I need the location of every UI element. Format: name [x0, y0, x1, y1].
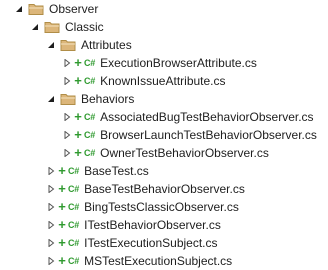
expanded-arrow-icon[interactable] — [14, 0, 24, 18]
collapsed-arrow-icon[interactable] — [46, 162, 56, 180]
expanded-arrow-icon[interactable] — [46, 36, 56, 54]
added-plus-icon: + — [74, 55, 82, 70]
tree-node-label: Observer — [49, 2, 99, 16]
tree-node-observer[interactable]: Observer — [0, 0, 328, 18]
file-name: BrowserLaunchTestBehaviorObserver.cs — [100, 128, 317, 142]
solution-explorer-tree: Observer Classic Attributes + C# Executi… — [0, 0, 328, 268]
folder-open-icon — [44, 20, 60, 34]
file-name: ExecutionBrowserAttribute.cs — [100, 56, 257, 70]
collapsed-arrow-icon[interactable] — [62, 54, 72, 72]
csharp-file-icon: C# — [68, 256, 80, 266]
added-plus-icon: + — [58, 253, 66, 268]
collapsed-arrow-icon[interactable] — [46, 198, 56, 216]
expanded-arrow-icon[interactable] — [30, 18, 40, 36]
collapsed-arrow-icon[interactable] — [46, 180, 56, 198]
file-name: ITestBehaviorObserver.cs — [84, 218, 221, 232]
collapsed-arrow-icon[interactable] — [62, 144, 72, 162]
tree-file-item[interactable]: + C# BaseTestBehaviorObserver.cs — [0, 180, 328, 198]
added-plus-icon: + — [74, 127, 82, 142]
folder-open-icon — [60, 38, 76, 52]
tree-file-item[interactable]: + C# OwnerTestBehaviorObserver.cs — [0, 144, 328, 162]
csharp-file-icon: C# — [68, 220, 80, 230]
tree-file-item[interactable]: + C# ExecutionBrowserAttribute.cs — [0, 54, 328, 72]
collapsed-arrow-icon[interactable] — [46, 216, 56, 234]
csharp-file-icon: C# — [84, 76, 96, 86]
file-name: BingTestsClassicObserver.cs — [84, 200, 239, 214]
added-plus-icon: + — [58, 235, 66, 250]
added-plus-icon: + — [74, 73, 82, 88]
expanded-arrow-icon[interactable] — [46, 90, 56, 108]
tree-file-item[interactable]: + C# MSTestExecutionSubject.cs — [0, 252, 328, 270]
tree-node-label: Attributes — [81, 38, 132, 52]
csharp-file-icon: C# — [84, 112, 96, 122]
collapsed-arrow-icon[interactable] — [62, 108, 72, 126]
collapsed-arrow-icon[interactable] — [46, 252, 56, 270]
tree-node-label: Behaviors — [81, 92, 135, 106]
csharp-file-icon: C# — [68, 202, 80, 212]
folder-open-icon — [28, 2, 44, 16]
collapsed-arrow-icon[interactable] — [62, 126, 72, 144]
file-name: ITestExecutionSubject.cs — [84, 236, 218, 250]
folder-open-icon — [60, 92, 76, 106]
file-name: MSTestExecutionSubject.cs — [84, 254, 233, 268]
added-plus-icon: + — [58, 181, 66, 196]
tree-node-label: Classic — [65, 20, 104, 34]
file-name: BaseTestBehaviorObserver.cs — [84, 182, 245, 196]
added-plus-icon: + — [74, 109, 82, 124]
tree-file-item[interactable]: + C# ITestExecutionSubject.cs — [0, 234, 328, 252]
file-name: BaseTest.cs — [84, 164, 149, 178]
collapsed-arrow-icon[interactable] — [46, 234, 56, 252]
tree-node-classic[interactable]: Classic — [0, 18, 328, 36]
csharp-file-icon: C# — [84, 58, 96, 68]
csharp-file-icon: C# — [68, 166, 80, 176]
added-plus-icon: + — [58, 217, 66, 232]
csharp-file-icon: C# — [68, 238, 80, 248]
added-plus-icon: + — [58, 163, 66, 178]
csharp-file-icon: C# — [84, 130, 96, 140]
file-name: AssociatedBugTestBehaviorObserver.cs — [100, 110, 314, 124]
csharp-file-icon: C# — [84, 148, 96, 158]
collapsed-arrow-icon[interactable] — [62, 72, 72, 90]
tree-file-item[interactable]: + C# ITestBehaviorObserver.cs — [0, 216, 328, 234]
tree-file-item[interactable]: + C# BrowserLaunchTestBehaviorObserver.c… — [0, 126, 328, 144]
tree-node-behaviors[interactable]: Behaviors — [0, 90, 328, 108]
tree-file-item[interactable]: + C# KnownIssueAttribute.cs — [0, 72, 328, 90]
added-plus-icon: + — [58, 199, 66, 214]
file-name: OwnerTestBehaviorObserver.cs — [100, 146, 269, 160]
csharp-file-icon: C# — [68, 184, 80, 194]
tree-file-item[interactable]: + C# BaseTest.cs — [0, 162, 328, 180]
tree-node-attributes[interactable]: Attributes — [0, 36, 328, 54]
added-plus-icon: + — [74, 145, 82, 160]
tree-file-item[interactable]: + C# AssociatedBugTestBehaviorObserver.c… — [0, 108, 328, 126]
file-name: KnownIssueAttribute.cs — [100, 74, 226, 88]
tree-file-item[interactable]: + C# BingTestsClassicObserver.cs — [0, 198, 328, 216]
